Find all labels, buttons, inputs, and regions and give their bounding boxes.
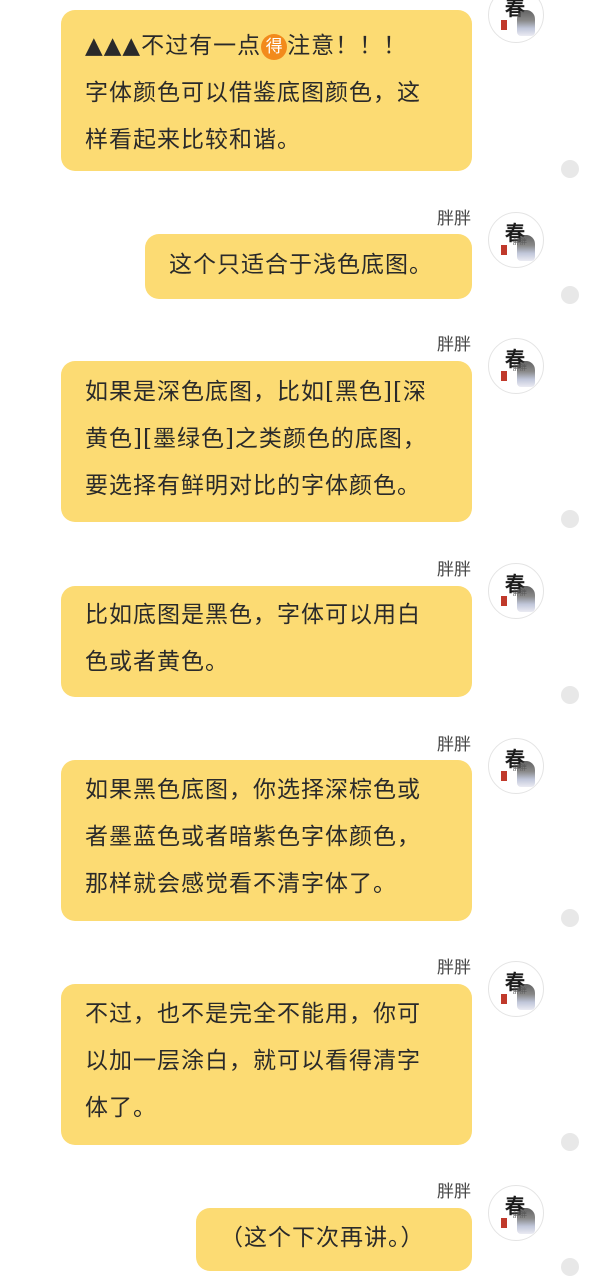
message-line: 不过，也不是完全不能用，你可 (85, 1001, 421, 1027)
sender-name: 胖胖 (437, 335, 471, 355)
read-status-icon (561, 160, 579, 178)
seal-icon (501, 1218, 507, 1228)
read-status-icon (561, 286, 579, 304)
message-bubble[interactable]: 比如底图是黑色，字体可以用白 色或者黄色。 (61, 586, 472, 697)
message-line: 体了。 (85, 1095, 157, 1121)
read-status-icon (561, 909, 579, 927)
message-bubble[interactable]: 这个只适合于浅色底图。 (145, 234, 472, 299)
figure-icon (517, 10, 535, 36)
message-line: 要选择有鲜明对比的字体颜色。 (85, 473, 421, 499)
figure-icon (517, 361, 535, 387)
message-line: （这个下次再讲。） (220, 1225, 425, 1251)
seal-icon (501, 771, 507, 781)
read-status-icon (561, 1258, 579, 1276)
sender-avatar[interactable]: 春 胖胖 (488, 1185, 544, 1241)
read-status-icon (561, 686, 579, 704)
figure-icon (517, 586, 535, 612)
sender-name: 胖胖 (437, 560, 471, 580)
sender-avatar[interactable]: 春 (488, 0, 544, 43)
sender-name: 胖胖 (437, 958, 471, 978)
sender-avatar[interactable]: 春 胖胖 (488, 738, 544, 794)
seal-icon (501, 20, 507, 30)
message-line: 字体颜色可以借鉴底图颜色，这 (85, 80, 421, 106)
message-bubble[interactable]: ▲▲▲不过有一点得注意！！！ 字体颜色可以借鉴底图颜色，这 样看起来比较和谐。 (61, 10, 472, 171)
figure-icon (517, 761, 535, 787)
message-line: 以加一层涂白，就可以看得清字 (85, 1048, 421, 1074)
seal-icon (501, 596, 507, 606)
message-line: 比如底图是黑色，字体可以用白 (85, 602, 421, 628)
message-line: 者墨蓝色或者暗紫色字体颜色， (85, 824, 421, 850)
message-line: ▲▲▲不过有一点得注意！！！ (85, 33, 408, 60)
sender-avatar[interactable]: 春 胖胖 (488, 563, 544, 619)
figure-icon (517, 984, 535, 1010)
sender-name: 胖胖 (437, 735, 471, 755)
message-line: 这个只适合于浅色底图。 (169, 252, 433, 278)
message-bubble[interactable]: （这个下次再讲。） (196, 1208, 472, 1271)
seal-icon (501, 371, 507, 381)
figure-icon (517, 1208, 535, 1234)
message-line: 如果是深色底图，比如[黑色][深 (85, 379, 427, 405)
read-status-icon (561, 510, 579, 528)
seal-icon (501, 245, 507, 255)
message-line: 那样就会感觉看不清字体了。 (85, 871, 397, 897)
message-bubble[interactable]: 如果是深色底图，比如[黑色][深 黄色][墨绿色]之类颜色的底图， 要选择有鲜明… (61, 361, 472, 522)
sender-name: 胖胖 (437, 209, 471, 229)
sender-avatar[interactable]: 春 胖胖 (488, 212, 544, 268)
message-line: 色或者黄色。 (85, 649, 229, 675)
sender-name: 胖胖 (437, 1182, 471, 1202)
seal-icon (501, 994, 507, 1004)
sender-avatar[interactable]: 春 胖胖 (488, 338, 544, 394)
read-status-icon (561, 1133, 579, 1151)
message-bubble[interactable]: 不过，也不是完全不能用，你可 以加一层涂白，就可以看得清字 体了。 (61, 984, 472, 1145)
message-bubble[interactable]: 如果黑色底图，你选择深棕色或 者墨蓝色或者暗紫色字体颜色， 那样就会感觉看不清字… (61, 760, 472, 921)
message-line: 样看起来比较和谐。 (85, 127, 301, 153)
figure-icon (517, 235, 535, 261)
de-emoji-icon: 得 (261, 34, 288, 60)
message-line: 黄色][墨绿色]之类颜色的底图， (85, 426, 427, 452)
message-line: 如果黑色底图，你选择深棕色或 (85, 777, 421, 803)
sender-avatar[interactable]: 春 胖胖 (488, 961, 544, 1017)
